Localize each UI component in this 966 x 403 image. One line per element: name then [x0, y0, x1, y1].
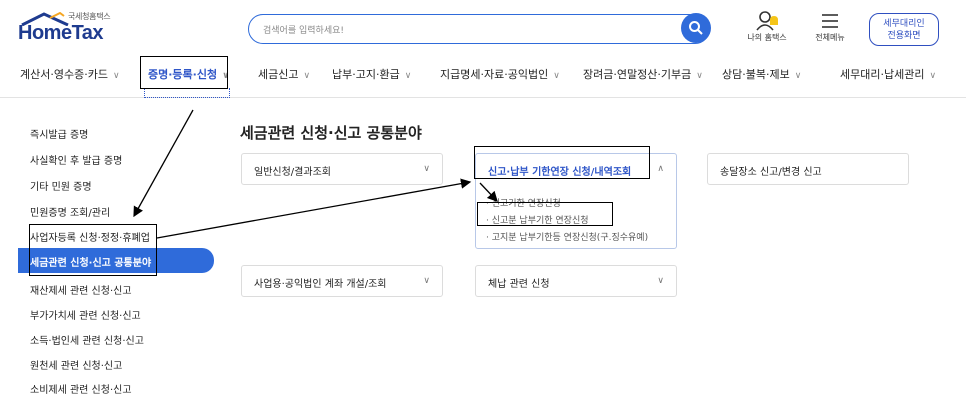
annotation-arrow	[133, 109, 194, 218]
annotation-arrows	[133, 109, 498, 239]
annotation-arrow	[156, 178, 472, 239]
annotation-arrow	[479, 182, 498, 202]
